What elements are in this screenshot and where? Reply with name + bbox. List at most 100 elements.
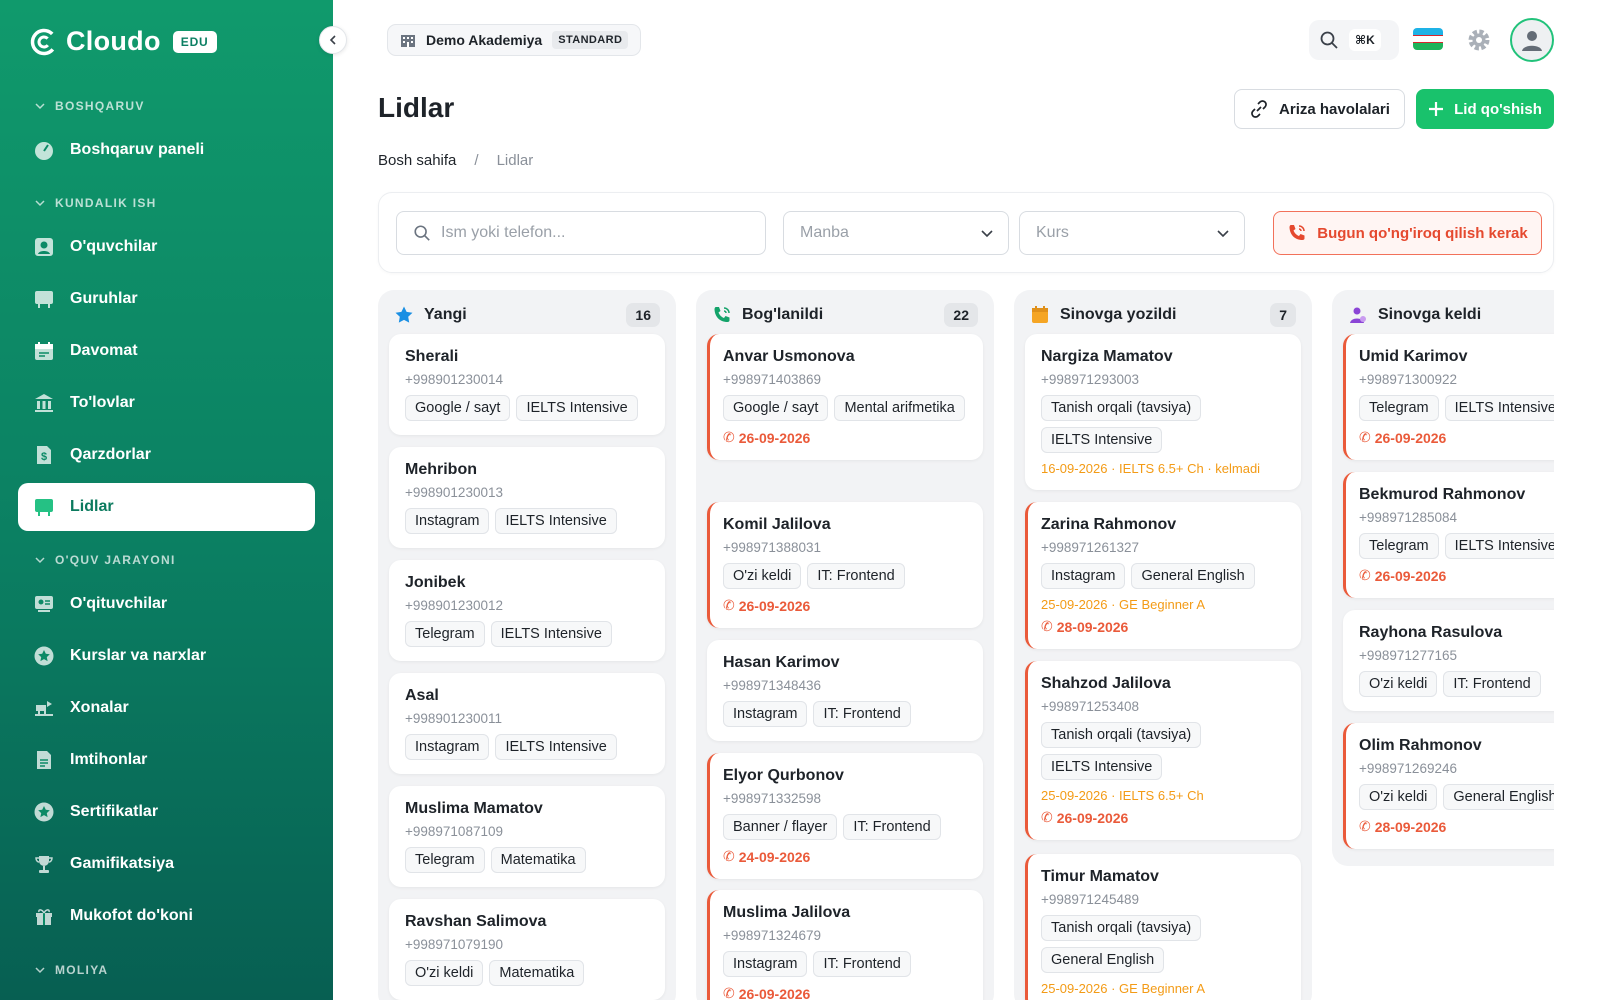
filter-bar: Manba Kurs Bugun qo'ng'iroq qilish kerak — [378, 192, 1554, 273]
lead-card[interactable]: Shahzod Jalilova +998971253408 Tanish orqa… — [1025, 661, 1301, 840]
follow-up-date: ✆ 26-09-2026 — [1359, 567, 1447, 584]
sidebar-item-courses[interactable]: Kurslar va narxlar — [18, 632, 315, 680]
main-content: Demo Akademiya STANDARD ⌘K Lidlar Bosh s… — [333, 0, 1600, 1000]
source-select[interactable]: Manba — [783, 211, 1009, 255]
source-tag: Banner / flayer — [723, 814, 838, 840]
lead-card[interactable]: Muslima Mamatov +998971087109 Telegram Mate… — [389, 786, 665, 887]
plus-icon — [1429, 102, 1444, 116]
source-tag: O'zi keldi — [1359, 671, 1438, 697]
global-search-button[interactable]: ⌘K — [1309, 20, 1399, 60]
sidebar-item-students[interactable]: O'quvchilar — [18, 223, 315, 271]
call-today-filter-button[interactable]: Bugun qo'ng'iroq qilish kerak — [1273, 211, 1542, 255]
column-contacted: Bog'lanildi 22 Anvar Usmonova +9989714038… — [696, 290, 994, 1000]
lead-card[interactable]: Nargiza Mamatov +998971293003 Tanish orqal… — [1025, 334, 1301, 490]
calendar-icon — [1032, 306, 1048, 323]
course-select[interactable]: Kurs — [1019, 211, 1245, 255]
breadcrumb-home[interactable]: Bosh sahifa — [378, 152, 456, 169]
lead-card[interactable]: Sherali +998901230014 Google / sayt IELTS I… — [389, 334, 665, 435]
application-links-button[interactable]: Ariza havolalari — [1234, 89, 1405, 129]
phone-icon — [714, 307, 730, 322]
sidebar-item-exams[interactable]: Imtihonlar — [18, 736, 315, 784]
course-tag: Matematika — [489, 960, 585, 986]
phone-icon: ✆ — [1041, 618, 1053, 634]
sidebar-item-rooms[interactable]: Xonalar — [18, 684, 315, 732]
course-tag: General English — [1041, 947, 1165, 973]
sidebar-item-leads[interactable]: Lidlar — [18, 483, 315, 531]
sidebar-item-gamification[interactable]: Gamifikatsiya — [18, 840, 315, 888]
chevron-down-icon — [1217, 230, 1229, 238]
sidebar-item-groups[interactable]: Guruhlar — [18, 275, 315, 323]
sidebar-item-teachers[interactable]: O'qituvchilar — [18, 580, 315, 628]
sidebar-item-payments[interactable]: To'lovlar — [18, 379, 315, 427]
add-lead-button[interactable]: Lid qo'shish — [1416, 89, 1554, 129]
room-icon — [32, 696, 56, 720]
lead-card[interactable]: Zarina Rahmonov +998971261327 Instagram Gen… — [1025, 502, 1301, 649]
calendar-icon — [32, 339, 56, 363]
section-kundalik[interactable]: KUNDALIK ISH — [34, 196, 157, 210]
lead-card[interactable]: Timur Mamatov +998971245489 Tanish orqali … — [1025, 854, 1301, 1000]
lead-search-input[interactable] — [441, 224, 741, 242]
sidebar-collapse-button[interactable] — [319, 26, 347, 54]
board-icon — [32, 287, 56, 311]
search-icon — [1320, 31, 1338, 49]
follow-up-date: ✆ 26-09-2026 — [1041, 809, 1129, 826]
lead-card[interactable]: Jonibek +998901230012 Telegram IELTS Intens… — [389, 560, 665, 661]
lead-card[interactable]: Bekmurod Rahmonov +998971285084 Telegram IE… — [1343, 472, 1554, 598]
sidebar-item-reward-shop[interactable]: Mukofot do'koni — [18, 892, 315, 940]
user-avatar[interactable] — [1510, 18, 1554, 62]
phone-icon: ✆ — [723, 429, 735, 445]
trial-note: 16-09-2026 · IELTS 6.5+ Ch · kelmadi — [1041, 461, 1261, 476]
source-tag: Telegram — [1359, 395, 1439, 421]
lead-card[interactable]: Hasan Karimov +998971348436 Instagram IT: F… — [707, 640, 983, 741]
lead-card[interactable]: Asal +998901230011 Instagram IELTS Intensiv… — [389, 673, 665, 774]
search-shortcut: ⌘K — [1349, 29, 1381, 51]
course-tag: IT: Frontend — [813, 701, 911, 727]
source-tag: Google / sayt — [723, 395, 829, 421]
course-tag: Matematika — [490, 847, 586, 873]
sidebar-item-debtors[interactable]: $ Qarzdorlar — [18, 431, 315, 479]
building-icon — [401, 35, 415, 47]
column-header: Sinovga yozildi 7 — [1014, 290, 1312, 340]
organization-switcher[interactable]: Demo Akademiya STANDARD — [387, 24, 642, 56]
breadcrumb-separator: / — [474, 152, 479, 169]
plan-badge: STANDARD — [552, 31, 629, 49]
source-tag: Instagram — [405, 508, 490, 534]
lead-card[interactable]: Umid Karimov +998971300922 Telegram IELTS I… — [1343, 334, 1554, 460]
course-tag: IELTS Intensive — [495, 734, 617, 760]
course-tag: IT: Frontend — [843, 814, 941, 840]
sidebar-item-dashboard[interactable]: Boshqaruv paneli — [18, 126, 315, 174]
cloudo-logo-icon — [30, 28, 58, 55]
follow-up-date: ✆ 26-09-2026 — [723, 429, 811, 446]
language-flag-icon[interactable] — [1413, 28, 1443, 50]
phone-icon: ✆ — [1359, 429, 1371, 445]
sidebar-item-attendance[interactable]: Davomat — [18, 327, 315, 375]
lead-card[interactable]: Muslima Jalilova +998971324679 Instagram IT… — [707, 890, 983, 1000]
star-badge-icon — [32, 644, 56, 668]
lead-card[interactable]: Ravshan Salimova +998971079190 O'zi keldi M… — [389, 899, 665, 1000]
lead-search-field[interactable] — [396, 211, 766, 255]
section-oquv[interactable]: O'QUV JARAYONI — [34, 553, 176, 567]
source-tag: O'zi keldi — [1359, 784, 1438, 810]
lead-card[interactable]: Rayhona Rasulova +998971277165 O'zi keldi I… — [1343, 610, 1554, 711]
course-tag: IELTS Intensive — [1041, 754, 1163, 780]
lead-card[interactable]: Mehribon +998901230013 Instagram IELTS Inte… — [389, 447, 665, 548]
lead-card[interactable]: Olim Rahmonov +998971269246 O'zi keldi Gene… — [1343, 723, 1554, 849]
chevron-down-icon — [35, 557, 45, 564]
follow-up-date: ✆ 26-09-2026 — [723, 597, 811, 614]
organization-name: Demo Akademiya — [426, 32, 543, 48]
course-tag: IELTS Intensive — [516, 395, 638, 421]
board-icon — [32, 495, 56, 519]
sidebar-item-certificates[interactable]: Sertifikatlar — [18, 788, 315, 836]
gear-icon[interactable] — [1466, 27, 1492, 53]
section-boshqaruv[interactable]: BOSHQARUV — [34, 99, 145, 113]
follow-up-date: ✆ 28-09-2026 — [1359, 818, 1447, 835]
source-tag: Telegram — [1359, 533, 1439, 559]
brand[interactable]: Cloudo EDU — [30, 26, 217, 57]
course-tag: IELTS Intensive — [1444, 395, 1554, 421]
lead-card[interactable]: Anvar Usmonova +998971403869 Google / sayt… — [707, 334, 983, 460]
column-new: Yangi 16 Sherali +998901230014 Google / sa… — [378, 290, 676, 1000]
lead-card[interactable]: Elyor Qurbonov +998971332598 Banner / flay… — [707, 753, 983, 879]
lead-card[interactable]: Komil Jalilova +998971388031 O'zi keldi IT:… — [707, 502, 983, 628]
section-moliya[interactable]: MOLIYA — [34, 963, 108, 977]
source-tag: Tanish orqali (tavsiya) — [1041, 915, 1202, 941]
